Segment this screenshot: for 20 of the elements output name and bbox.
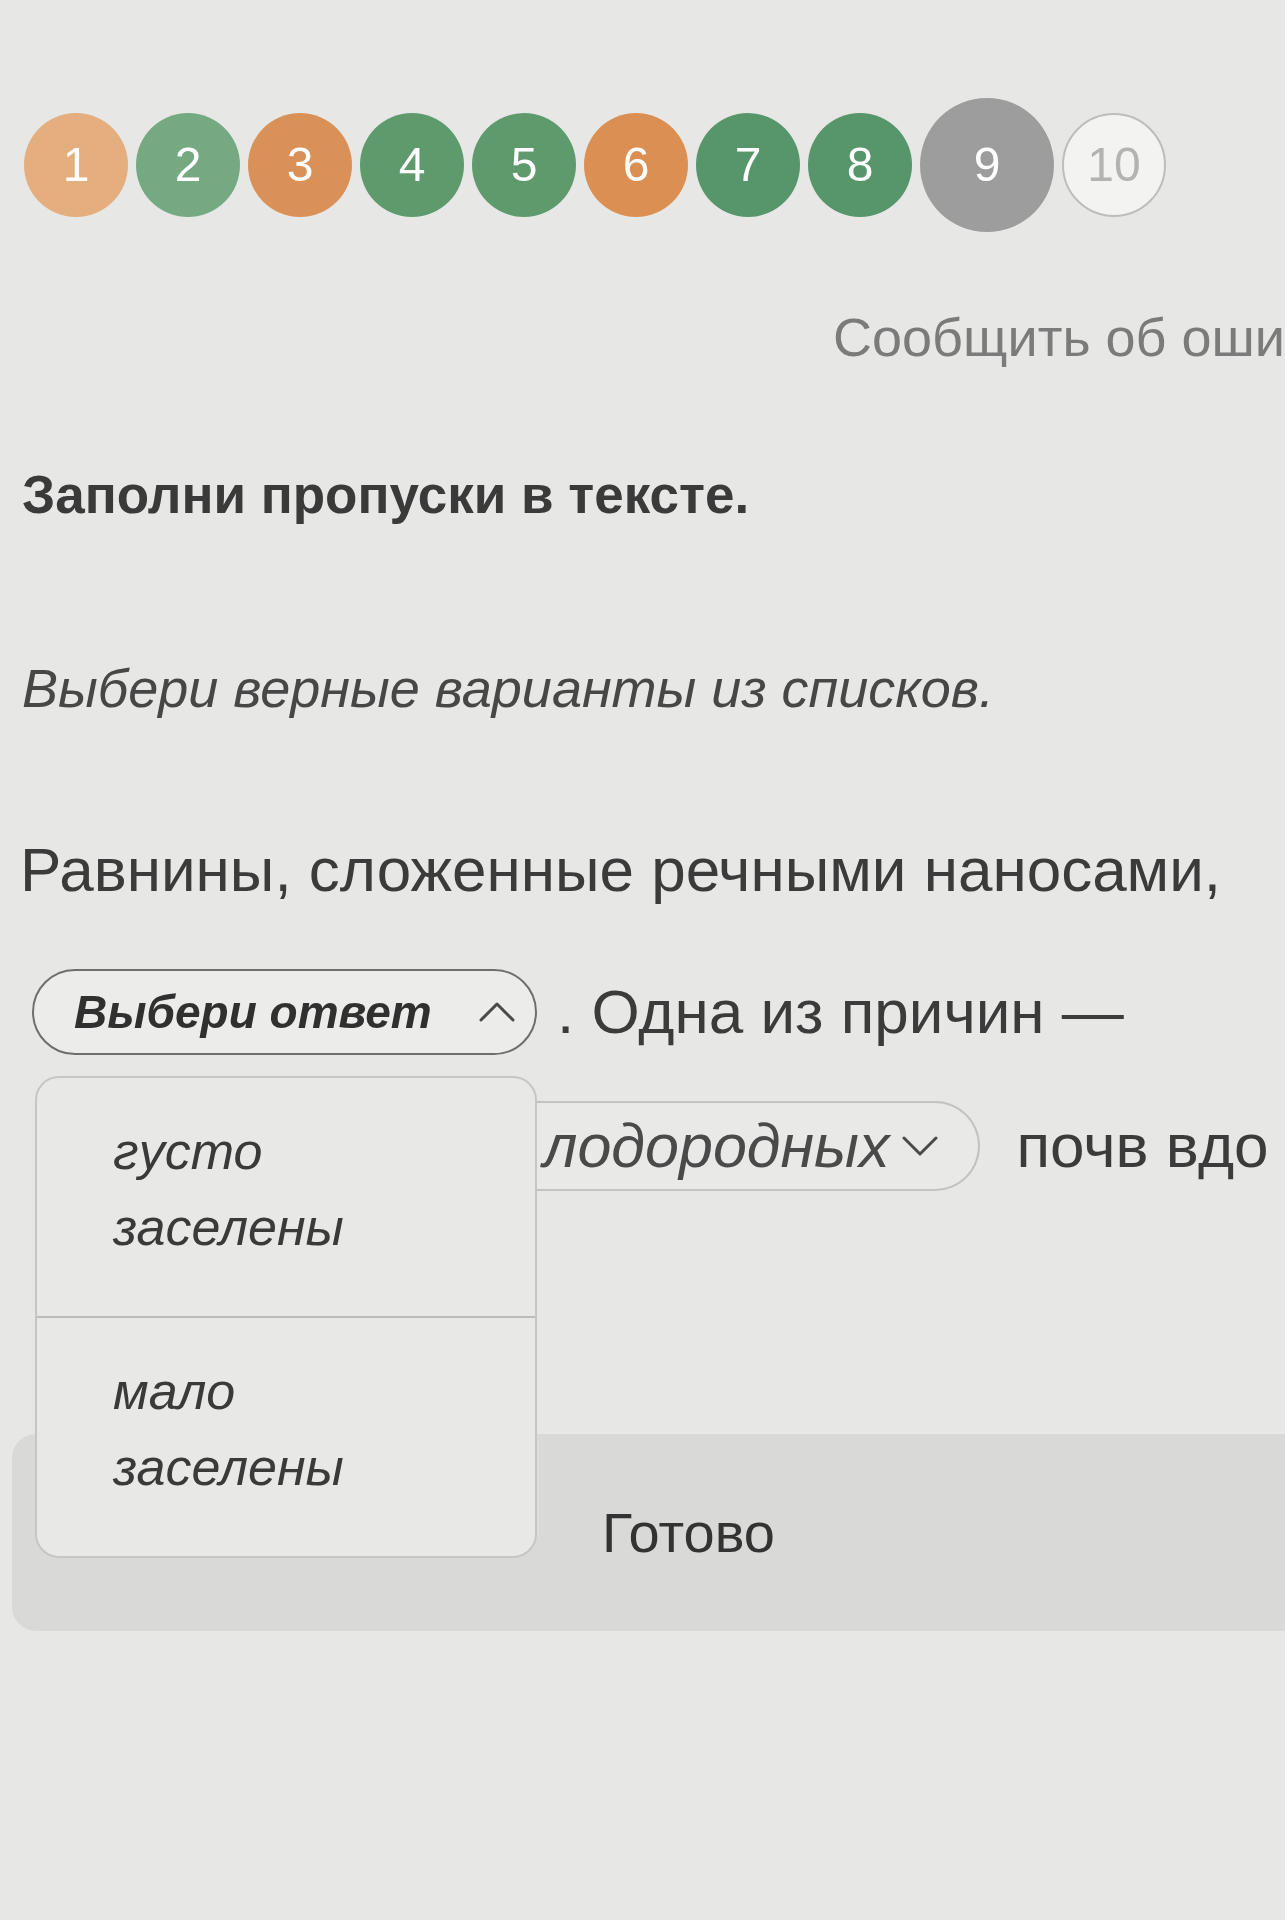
step-button[interactable]: 7 <box>696 113 800 217</box>
step-button[interactable]: 1 <box>24 113 128 217</box>
answer-dropdown[interactable]: Выбери ответ <box>32 969 537 1055</box>
dropdown-option[interactable]: густо заселены <box>37 1078 535 1316</box>
step-button[interactable]: 8 <box>808 113 912 217</box>
step-button[interactable]: 9 <box>920 98 1054 232</box>
task-title: Заполни пропуски в тексте. <box>22 465 750 525</box>
chevron-down-icon <box>901 1136 938 1156</box>
answer-dropdown[interactable]: лодородных <box>537 1101 980 1191</box>
chevron-up-icon <box>479 1002 515 1022</box>
step-button[interactable]: 5 <box>472 113 576 217</box>
step-button[interactable]: 10 <box>1062 113 1166 217</box>
passage-text: . Одна из причин — <box>557 976 1124 1048</box>
passage-text: почв вдо <box>1016 1110 1269 1182</box>
step-button[interactable]: 4 <box>360 113 464 217</box>
passage-text: Равнины, сложенные речными наносами, <box>20 834 1222 906</box>
step-button[interactable]: 6 <box>584 113 688 217</box>
step-button[interactable]: 3 <box>248 113 352 217</box>
step-button[interactable]: 2 <box>136 113 240 217</box>
instruction-text: Выбери верные варианты из списков. <box>22 657 994 719</box>
